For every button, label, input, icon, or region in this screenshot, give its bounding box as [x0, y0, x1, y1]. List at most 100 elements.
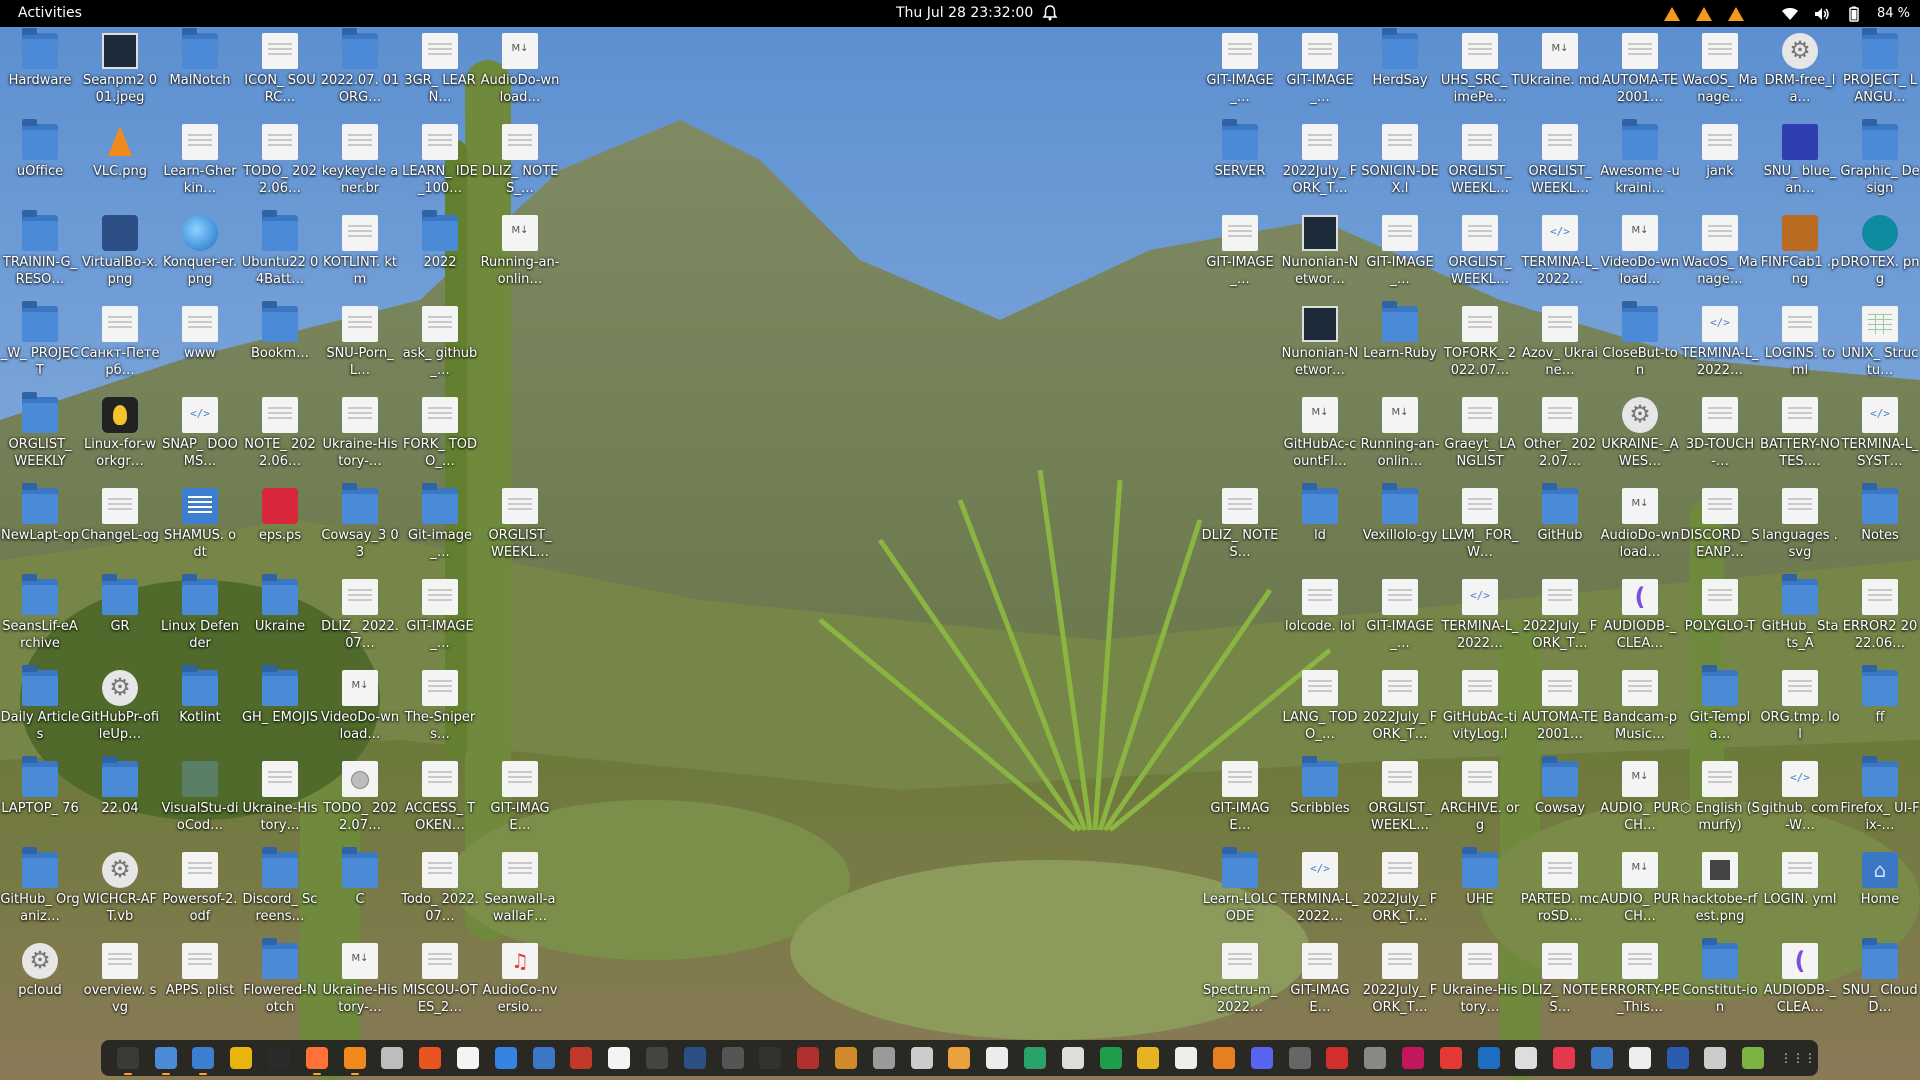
desktop-icon[interactable]: GIT-IMAGE…: [1200, 755, 1280, 843]
desktop-icon[interactable]: TODO_ 2022.06…: [240, 118, 320, 206]
desktop-icon[interactable]: UHS_SRC_ TimePe…: [1440, 27, 1520, 115]
search-app-icon[interactable]: [910, 1047, 933, 1069]
desktop-icon[interactable]: 2022July_ FORK_T…: [1520, 573, 1600, 661]
camera-app-icon[interactable]: [1061, 1047, 1084, 1069]
desktop-icon[interactable]: 2022: [400, 209, 480, 297]
desktop-icon[interactable]: SeansLif-eArchive: [0, 573, 80, 661]
desktop-icon[interactable]: DROTEX. png: [1840, 209, 1920, 297]
desktop-icon[interactable]: Spectru-m_2022…: [1200, 937, 1280, 1025]
desktop-icon[interactable]: Ubuntu22 04Batt…: [240, 209, 320, 297]
star-app-icon[interactable]: [835, 1047, 858, 1069]
desktop-icon[interactable]: TERMINA-L_2022…: [1280, 846, 1360, 934]
warning-icon[interactable]: [1727, 5, 1745, 23]
desktop-icon[interactable]: Daily Articles: [0, 664, 80, 752]
desktop-icon[interactable]: Ukraine-History-…: [320, 937, 400, 1025]
desktop-icon[interactable]: Ukraine: [240, 573, 320, 661]
desktop-icon[interactable]: PROJECT_ LANGU…: [1840, 27, 1920, 115]
gray-app-icon[interactable]: [872, 1047, 895, 1069]
desktop-icon[interactable]: 2022July_ FORK_T…: [1360, 937, 1440, 1025]
desktop-icon[interactable]: AUTOMA-TE2001…: [1520, 664, 1600, 752]
desktop-icon[interactable]: BATTERY-NOTES.…: [1760, 391, 1840, 479]
desktop-icon[interactable]: SNAP_ DOOMS…: [160, 391, 240, 479]
desktop-icon[interactable]: ⬡ English (Smurfy): [1680, 755, 1760, 843]
desktop-icon[interactable]: APPS. plist: [160, 937, 240, 1025]
media-app-icon[interactable]: [1439, 1047, 1462, 1069]
desktop-icon[interactable]: LAPTOP_ 76: [0, 755, 80, 843]
desktop-icon[interactable]: ORGLIST_ WEEKL…: [1520, 118, 1600, 206]
code-app-icon[interactable]: [1477, 1047, 1500, 1069]
desktop-icon[interactable]: DLIZ_ NOTES…: [1200, 482, 1280, 570]
desktop-icon[interactable]: Kotlint: [160, 664, 240, 752]
desktop-icon[interactable]: Graphic_ Design: [1840, 118, 1920, 206]
wifi-icon[interactable]: [1781, 5, 1799, 23]
pocket-app-icon[interactable]: [1553, 1047, 1576, 1069]
desktop-icon[interactable]: Notes: [1840, 482, 1920, 570]
desktop-icon[interactable]: FORK_ TODO_…: [400, 391, 480, 479]
desktop-icon[interactable]: AUTOMA-TE2001…: [1600, 27, 1680, 115]
settings-app-icon[interactable]: [381, 1047, 404, 1069]
show-applications-button[interactable]: ⋮⋮⋮: [1780, 1052, 1816, 1064]
desktop-icon[interactable]: ORGLIST_ WEEKL…: [1440, 209, 1520, 297]
desktop-icon[interactable]: Learn-Ruby: [1360, 300, 1440, 388]
steam-app-icon[interactable]: [721, 1047, 744, 1069]
desktop-icon[interactable]: Linux Defender: [160, 573, 240, 661]
desktop-icon[interactable]: LANG_ TODO_…: [1280, 664, 1360, 752]
desktop-icon[interactable]: Bandcam-pMusic…: [1600, 664, 1680, 752]
android-app-icon[interactable]: [646, 1047, 669, 1069]
disk-app-icon[interactable]: [1704, 1047, 1727, 1069]
desktop-icon[interactable]: LOGIN. yml: [1760, 846, 1840, 934]
clock[interactable]: Thu Jul 28 23:32:00: [896, 5, 1033, 21]
desktop-icon[interactable]: GIT-IMAGE_…: [1280, 27, 1360, 115]
desktop-icon[interactable]: ACCESS_ TOKEN…: [400, 755, 480, 843]
desktop-icon[interactable]: SNU_ CloudD…: [1840, 937, 1920, 1025]
terminal-2-app-icon[interactable]: [268, 1047, 291, 1069]
desktop-icon[interactable]: Home: [1840, 846, 1920, 934]
desktop-icon[interactable]: ARCHIVE. org: [1440, 755, 1520, 843]
desktop-icon[interactable]: FINFCab1 .png: [1760, 209, 1840, 297]
desktop-icon[interactable]: AudioDo-wnload…: [1600, 482, 1680, 570]
desktop-icon[interactable]: CloseBut-ton: [1600, 300, 1680, 388]
discord-app-icon[interactable]: [1250, 1047, 1273, 1069]
desktop-icon[interactable]: pcloud: [0, 937, 80, 1025]
desktop-icon[interactable]: Azov_ Ukraine…: [1520, 300, 1600, 388]
desktop-icon[interactable]: AudioCo-nversio…: [480, 937, 560, 1025]
desktop-icon[interactable]: Hardware: [0, 27, 80, 115]
desktop-icon[interactable]: Санкт-Петерб…: [80, 300, 160, 388]
battery-percentage[interactable]: 84 %: [1877, 6, 1910, 21]
red-app-icon[interactable]: [797, 1047, 820, 1069]
desktop-icon[interactable]: GitHubPr-ofileUp…: [80, 664, 160, 752]
desktop-icon[interactable]: GitHub: [1520, 482, 1600, 570]
desktop-icon[interactable]: Linux-for-workgr…: [80, 391, 160, 479]
desktop-icon[interactable]: Cowsay: [1520, 755, 1600, 843]
desktop-icon[interactable]: TERMINA-L_2022…: [1520, 209, 1600, 297]
desktop-icon[interactable]: eps.ps: [240, 482, 320, 570]
desktop-icon[interactable]: Graeyt_ LANGLIST: [1440, 391, 1520, 479]
desktop-icon[interactable]: NewLapt-op: [0, 482, 80, 570]
desktop-icon[interactable]: GIT-IMAGE_…: [1200, 209, 1280, 297]
desktop-icon[interactable]: hacktobe-rfest.png: [1680, 846, 1760, 934]
desktop-icon[interactable]: 2022July_ FORK_T…: [1360, 846, 1440, 934]
white-app-icon[interactable]: [1628, 1047, 1651, 1069]
desktop-icon[interactable]: GitHub_ Organiz…: [0, 846, 80, 934]
desktop-icon[interactable]: GIT-IMAGE_…: [1200, 27, 1280, 115]
desktop-icon[interactable]: ask_ github_…: [400, 300, 480, 388]
desktop-icon[interactable]: Learn-LOLCODE: [1200, 846, 1280, 934]
desktop-icon[interactable]: Seanpm2 001.jpeg: [80, 27, 160, 115]
warning-icon[interactable]: [1695, 5, 1713, 23]
desktop-icon[interactable]: ICON_ SOURC…: [240, 27, 320, 115]
desktop-icon[interactable]: ff: [1840, 664, 1920, 752]
desktop-icon[interactable]: VideoDo-wnload…: [320, 664, 400, 752]
text-editor-app-icon[interactable]: [192, 1047, 215, 1075]
yellow-app-icon[interactable]: [1137, 1047, 1160, 1069]
desktop-icon[interactable]: VirtualBo-x.png: [80, 209, 160, 297]
spreadsheet-app-icon[interactable]: [1099, 1047, 1122, 1069]
desktop-icon[interactable]: SNU-Porn_L…: [320, 300, 400, 388]
desktop-icon[interactable]: VisualStu-dioCod…: [160, 755, 240, 843]
desktop-icon[interactable]: Seanwall-awallaF…: [480, 846, 560, 934]
up-arrow-app-icon[interactable]: [759, 1047, 782, 1069]
desktop-icon[interactable]: Cowsay_3 03: [320, 482, 400, 570]
desktop-icon[interactable]: GitHubAc-countFl…: [1280, 391, 1360, 479]
desktop-icon[interactable]: KOTLINT. ktm: [320, 209, 400, 297]
desktop-icon[interactable]: languages .svg: [1760, 482, 1840, 570]
desktop-icon[interactable]: SNU_ blue_an…: [1760, 118, 1840, 206]
